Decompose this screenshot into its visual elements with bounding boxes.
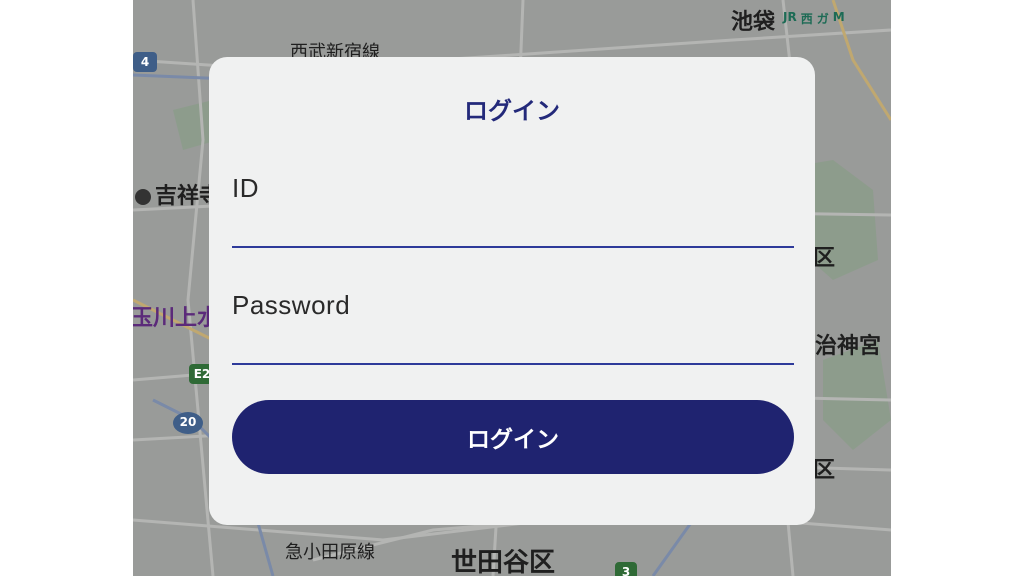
id-field[interactable]: ID bbox=[232, 173, 798, 248]
dialog-title: ログイン bbox=[464, 97, 560, 125]
metro-line-icon: M bbox=[832, 10, 845, 24]
password-label: Password bbox=[232, 290, 351, 320]
station-line-icons: JR 西 ガ M bbox=[783, 10, 845, 27]
jr-line-icon: JR bbox=[783, 10, 797, 24]
map-label-ward-lower: 区 bbox=[813, 458, 836, 483]
route-shield-3: 3 bbox=[615, 562, 637, 576]
map-label-ikebukuro: 池袋 bbox=[731, 10, 776, 35]
station-icon bbox=[135, 189, 151, 205]
id-label: ID bbox=[232, 173, 259, 203]
map-label-tamagawa-josui: 玉川上水 bbox=[133, 306, 220, 331]
login-dialog: ログイン ID Password ログイン bbox=[209, 57, 815, 525]
id-input[interactable] bbox=[232, 214, 798, 246]
seibu-line-icon: 西 bbox=[800, 12, 813, 26]
route-shield-20: 20 bbox=[173, 412, 203, 434]
tobu-line-icon: ガ bbox=[816, 12, 829, 26]
map-label-setagaya: 世田谷区 bbox=[451, 548, 556, 576]
route-shield-4: 4 bbox=[133, 52, 157, 72]
map-label-meiji-jingu: 治神宮 bbox=[815, 334, 882, 359]
id-underline bbox=[232, 246, 794, 248]
password-input[interactable] bbox=[232, 331, 798, 363]
login-button[interactable]: ログイン bbox=[232, 400, 794, 474]
password-underline bbox=[232, 363, 794, 365]
map-label-ward-upper: 区 bbox=[813, 246, 836, 271]
password-field[interactable]: Password bbox=[232, 290, 798, 365]
map-label-odakyu-line: 急小田原線 bbox=[285, 542, 375, 563]
